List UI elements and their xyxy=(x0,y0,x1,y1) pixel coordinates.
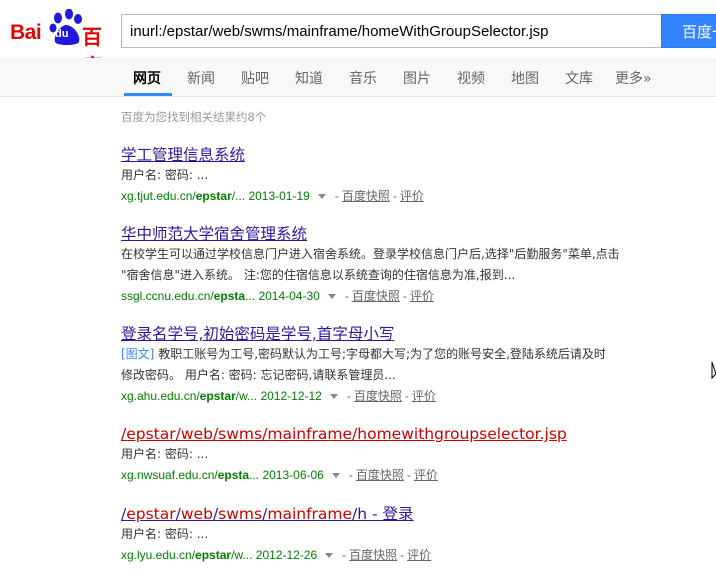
tab-news[interactable]: 新闻 xyxy=(187,68,215,88)
tab-wenku[interactable]: 文库 xyxy=(565,68,593,88)
tab-tieba[interactable]: 贴吧 xyxy=(241,68,269,88)
search-result: /epstar/web/swms/mainframe/homewithgroup… xyxy=(121,424,681,485)
result-abstract: 用户名: 密码: ... xyxy=(121,527,209,541)
result-abstract: "宿舍信息"进入系统。 注:您的住宿信息以系统查询的住宿信息为准,报到... xyxy=(121,268,516,282)
search-button[interactable]: 百度一下 xyxy=(661,14,716,48)
search-result: 学工管理信息系统 用户名: 密码: ... xg.tjut.edu.cn/eps… xyxy=(121,145,681,206)
result-url-line: xg.lyu.edu.cn/epstar/w... 2012-12-26- 百度快… xyxy=(121,548,432,562)
dropdown-arrow-icon[interactable] xyxy=(317,194,326,200)
cache-link[interactable]: 百度快照 xyxy=(356,468,404,482)
logo-bai: Bai xyxy=(10,21,42,44)
rate-link[interactable]: 评价 xyxy=(400,189,424,203)
result-abstract: 用户名: 密码: ... xyxy=(121,447,209,461)
image-text-tag: [图文] xyxy=(121,347,155,361)
tab-music[interactable]: 音乐 xyxy=(349,68,377,88)
cache-link[interactable]: 百度快照 xyxy=(354,389,402,403)
search-input[interactable] xyxy=(122,16,660,46)
result-abstract: 修改密码。 用户名: 密码: 忘记密码,请联系管理员... xyxy=(121,368,396,382)
tab-images[interactable]: 图片 xyxy=(403,68,431,88)
result-title-link[interactable]: 华中师范大学宿舍管理系统 xyxy=(121,224,681,244)
result-url-line: xg.nwsuaf.edu.cn/epsta... 2013-06-06- 百度快… xyxy=(121,468,438,482)
mouse-cursor-icon xyxy=(711,362,716,380)
result-abstract: 在校学生可以通过学校信息门户进入宿舍系统。登录学校信息门户后,选择"后勤服务"菜… xyxy=(121,247,620,261)
tab-video[interactable]: 视频 xyxy=(457,68,485,88)
tab-web[interactable]: 网页 xyxy=(133,68,161,88)
cache-link[interactable]: 百度快照 xyxy=(349,548,397,562)
search-result: /epstar/web/swms/mainframe/h - 登录 用户名: 密… xyxy=(121,504,681,565)
rate-link[interactable]: 评价 xyxy=(414,468,438,482)
result-url-line: xg.ahu.edu.cn/epstar/w... 2012-12-12- 百度快… xyxy=(121,389,436,403)
result-url-line: ssgl.ccnu.edu.cn/epsta... 2014-04-30- 百度快… xyxy=(121,289,434,303)
search-result: 登录名学号,初始密码是学号,首字母小写 [图文] 教职工账号为工号,密码默认为工… xyxy=(121,324,681,406)
active-tab-indicator xyxy=(124,93,172,96)
tab-zhidao[interactable]: 知道 xyxy=(295,68,323,88)
cache-link[interactable]: 百度快照 xyxy=(352,289,400,303)
result-abstract: [图文] 教职工账号为工号,密码默认为工号;字母都大写;为了您的账号安全,登陆系… xyxy=(121,347,606,361)
dropdown-arrow-icon[interactable] xyxy=(331,473,340,479)
nav-tabs: 网页 新闻 贴吧 知道 音乐 图片 视频 地图 文库 更多» xyxy=(0,58,716,97)
baidu-logo[interactable]: Bai du 百度 xyxy=(10,9,114,78)
result-url: ssgl.ccnu.edu.cn/epsta... 2014-04-30 xyxy=(121,289,320,303)
result-count: 百度为您找到相关结果约8个 xyxy=(121,110,267,124)
result-title-link[interactable]: /epstar/web/swms/mainframe/h - 登录 xyxy=(121,504,681,524)
result-title-link[interactable]: /epstar/web/swms/mainframe/homewithgroup… xyxy=(121,424,681,444)
result-url: xg.nwsuaf.edu.cn/epsta... 2013-06-06 xyxy=(121,468,324,482)
result-url: xg.ahu.edu.cn/epstar/w... 2012-12-12 xyxy=(121,389,322,403)
result-abstract: 用户名: 密码: ... xyxy=(121,168,209,182)
rate-link[interactable]: 评价 xyxy=(410,289,434,303)
result-url: xg.lyu.edu.cn/epstar/w... 2012-12-26 xyxy=(121,548,318,562)
tab-map[interactable]: 地图 xyxy=(511,68,539,88)
dropdown-arrow-icon[interactable] xyxy=(327,294,336,300)
rate-link[interactable]: 评价 xyxy=(412,389,436,403)
search-result: 华中师范大学宿舍管理系统 在校学生可以通过学校信息门户进入宿舍系统。登录学校信息… xyxy=(121,224,681,306)
rate-link[interactable]: 评价 xyxy=(407,548,431,562)
result-title-link[interactable]: 登录名学号,初始密码是学号,首字母小写 xyxy=(121,324,681,344)
search-box xyxy=(121,14,661,48)
result-url-line: xg.tjut.edu.cn/epstar/... 2013-01-19- 百度快… xyxy=(121,189,424,203)
header: Bai du 百度 百度一下 xyxy=(0,0,716,78)
logo-du: du xyxy=(55,28,69,40)
dropdown-arrow-icon[interactable] xyxy=(325,553,334,559)
result-url: xg.tjut.edu.cn/epstar/... 2013-01-19 xyxy=(121,189,310,203)
dropdown-arrow-icon[interactable] xyxy=(329,394,338,400)
result-title-link[interactable]: 学工管理信息系统 xyxy=(121,145,681,165)
cache-link[interactable]: 百度快照 xyxy=(342,189,390,203)
tab-more[interactable]: 更多» xyxy=(615,68,652,88)
